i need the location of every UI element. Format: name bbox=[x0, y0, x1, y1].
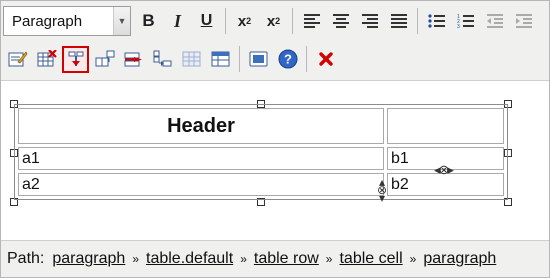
justify-icon[interactable] bbox=[385, 8, 412, 35]
bullet-list-icon[interactable] bbox=[423, 8, 450, 35]
chevron-down-icon[interactable]: ▼ bbox=[113, 7, 130, 35]
underline-button[interactable]: U bbox=[193, 8, 220, 35]
format-select-value: Paragraph bbox=[12, 12, 83, 30]
merge-cells-icon[interactable] bbox=[207, 46, 234, 73]
delete-row-icon[interactable] bbox=[120, 46, 147, 73]
rich-text-editor: Paragraph ▼ B I U x2 x2 1 2 3 ? Header a… bbox=[0, 0, 550, 278]
align-left-icon[interactable] bbox=[298, 8, 325, 35]
help-icon[interactable]: ? bbox=[274, 46, 301, 73]
toolbar-row-formatting: Paragraph ▼ B I U x2 x2 1 2 3 bbox=[3, 6, 538, 36]
svg-text:3: 3 bbox=[457, 24, 460, 29]
breadcrumb-separator: » bbox=[409, 252, 417, 266]
toolbar-separator bbox=[239, 46, 240, 72]
content-table[interactable]: Header a1 b1 a2 b2 bbox=[14, 104, 508, 200]
bold-button[interactable]: B bbox=[135, 8, 162, 35]
superscript-button[interactable]: x2 bbox=[260, 8, 287, 35]
breadcrumb-paragraph-inner[interactable]: paragraph bbox=[423, 250, 496, 268]
path-label: Path: bbox=[7, 250, 45, 267]
breadcrumb-separator: » bbox=[325, 252, 333, 266]
editor-content[interactable]: Header a1 b1 a2 b2 ◂⊗▸ ▴ ⊗ ▾ bbox=[1, 82, 549, 240]
toolbar: Paragraph ▼ B I U x2 x2 1 2 3 ? bbox=[1, 1, 549, 81]
table-cell[interactable]: a1 bbox=[18, 147, 384, 170]
toolbar-separator bbox=[292, 8, 293, 34]
split-cell-icon[interactable] bbox=[62, 45, 89, 73]
svg-text:?: ? bbox=[284, 52, 292, 67]
table-row[interactable]: Header bbox=[18, 108, 504, 144]
subscript-button[interactable]: x2 bbox=[231, 8, 258, 35]
breadcrumb-separator: » bbox=[240, 252, 247, 266]
breadcrumb-paragraph[interactable]: paragraph bbox=[52, 250, 125, 268]
table-row[interactable]: a2 b2 bbox=[18, 173, 504, 196]
frame-icon[interactable] bbox=[245, 46, 272, 73]
format-select[interactable]: Paragraph ▼ bbox=[3, 6, 131, 36]
breadcrumb-table-row[interactable]: table row bbox=[254, 250, 319, 268]
align-center-icon[interactable] bbox=[327, 8, 354, 35]
table-grid-icon[interactable] bbox=[178, 46, 205, 73]
table-header-cell-empty[interactable] bbox=[387, 108, 504, 144]
toolbar-row-table: ? bbox=[3, 44, 340, 74]
numbered-list-icon[interactable]: 123 bbox=[452, 8, 479, 35]
insert-row-icon[interactable] bbox=[91, 46, 118, 73]
italic-button[interactable]: I bbox=[164, 8, 191, 35]
toolbar-separator bbox=[417, 8, 418, 34]
insert-column-icon[interactable] bbox=[149, 46, 176, 73]
table-row[interactable]: a1 b1 bbox=[18, 147, 504, 170]
delete-table-icon[interactable] bbox=[33, 46, 60, 73]
toolbar-separator bbox=[225, 8, 226, 34]
breadcrumb-table-cell[interactable]: table cell bbox=[339, 250, 402, 268]
breadcrumb-table[interactable]: table.default bbox=[146, 250, 233, 268]
path-statusbar: Path: paragraph » table.default » table … bbox=[1, 240, 549, 277]
edit-icon[interactable] bbox=[4, 46, 31, 73]
align-right-icon[interactable] bbox=[356, 8, 383, 35]
close-icon[interactable] bbox=[312, 46, 339, 73]
outdent-icon[interactable] bbox=[481, 8, 508, 35]
toolbar-separator bbox=[306, 46, 307, 72]
row-resize-cursor-icon: ▴ ⊗ ▾ bbox=[377, 175, 388, 205]
indent-icon[interactable] bbox=[510, 8, 537, 35]
table-cell[interactable]: a2 bbox=[18, 173, 384, 196]
table-header-cell[interactable]: Header bbox=[18, 108, 384, 144]
breadcrumb-separator: » bbox=[132, 252, 139, 266]
column-resize-cursor-icon: ◂⊗▸ bbox=[434, 162, 454, 177]
